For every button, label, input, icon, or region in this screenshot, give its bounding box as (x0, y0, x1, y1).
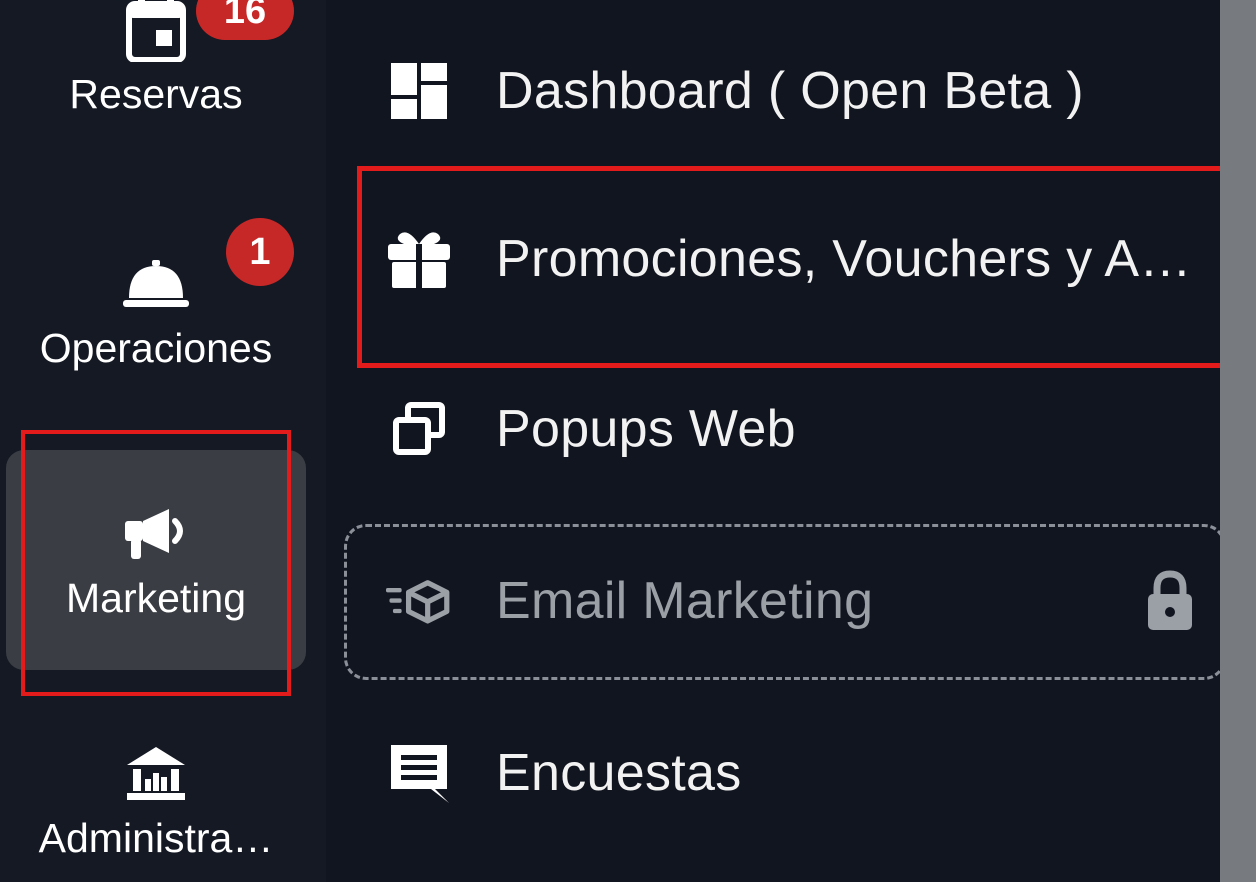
page-scrollbar[interactable] (1220, 0, 1256, 882)
bank-icon (121, 738, 191, 808)
feedback-icon (386, 740, 452, 806)
reservas-count-badge: 16 (196, 0, 294, 40)
rail-item-administracion[interactable]: Administra… (6, 738, 306, 882)
submenu-item-dashboard[interactable]: Dashboard ( Open Beta ) (386, 58, 1084, 124)
service-bell-icon (121, 248, 191, 318)
submenu-item-email-marketing[interactable]: Email Marketing (386, 568, 873, 634)
marketing-highlight-frame (21, 430, 291, 696)
rail-item-label: Reservas (69, 71, 243, 117)
submenu-item-label: Popups Web (496, 400, 796, 458)
submenu-item-label: Dashboard ( Open Beta ) (496, 62, 1084, 120)
left-nav-rail: Reservas 16 Operaciones 1 Marketing Admi… (0, 0, 326, 882)
submenu-item-popups-web[interactable]: Popups Web (386, 396, 796, 462)
dashboard-icon (386, 58, 452, 124)
submenu-item-label: Encuestas (496, 744, 742, 802)
submenu-item-label: Email Marketing (496, 572, 874, 630)
email-send-icon (386, 568, 452, 634)
operaciones-count-badge: 1 (226, 218, 294, 286)
popup-windows-icon (386, 396, 452, 462)
calendar-icon (121, 0, 191, 64)
rail-item-label: Operaciones (39, 325, 273, 371)
promociones-highlight-frame (357, 166, 1232, 368)
submenu-item-encuestas[interactable]: Encuestas (386, 740, 742, 806)
rail-item-label: Administra… (38, 815, 274, 861)
lock-icon (1142, 568, 1198, 634)
app-root: Reservas 16 Operaciones 1 Marketing Admi… (0, 0, 1256, 882)
